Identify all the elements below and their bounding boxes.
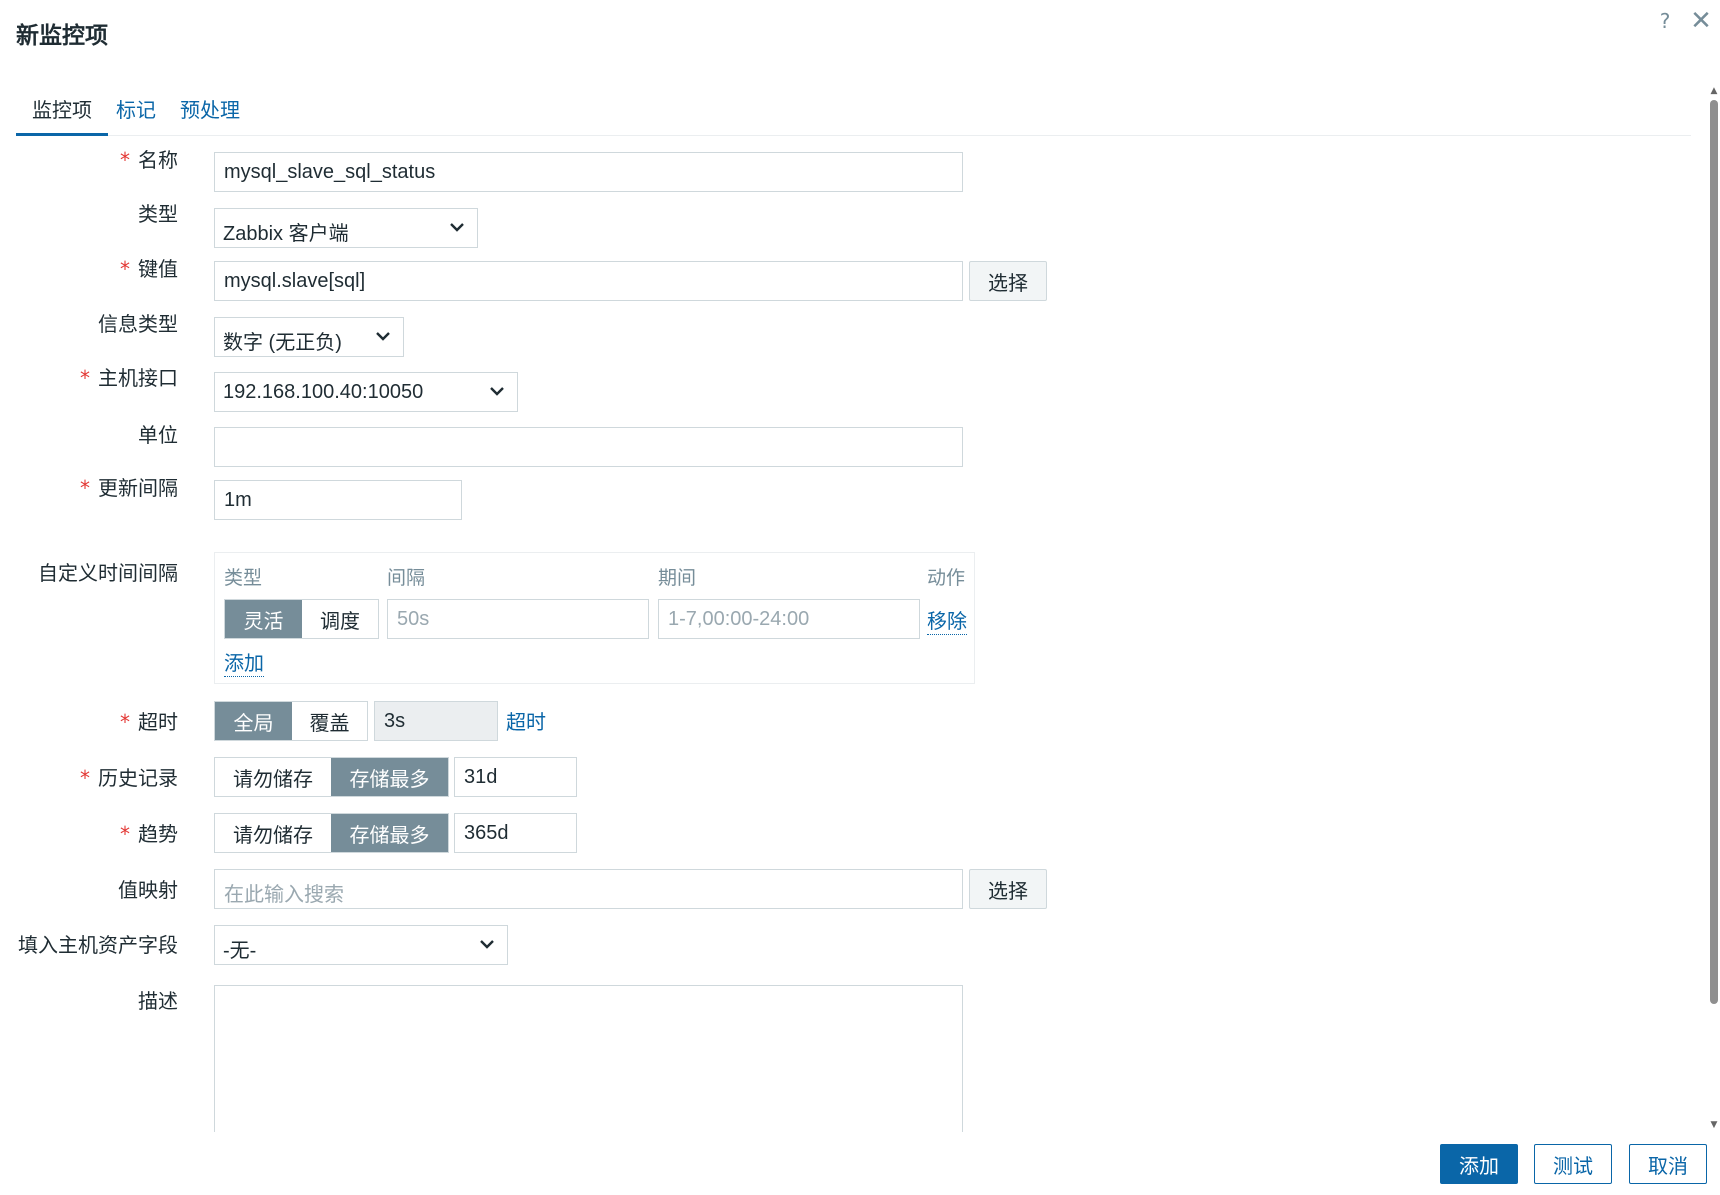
units-input[interactable] [214, 427, 963, 467]
history-store-up-to-option[interactable]: 存储最多 [331, 758, 448, 796]
trends-toggle[interactable]: 请勿储存 存储最多 [214, 813, 449, 853]
period-input[interactable]: 1-7,00:00-24:00 [658, 599, 920, 639]
history-input[interactable]: 31d [454, 757, 577, 797]
history-label: * 历史记录 [80, 766, 178, 790]
required-mark: * [120, 148, 130, 172]
description-textarea[interactable] [214, 985, 963, 1132]
cancel-button[interactable]: 取消 [1629, 1144, 1707, 1184]
host-interface-select-value: 192.168.100.40:10050 [223, 381, 424, 403]
add-interval-link[interactable]: 添加 [224, 647, 264, 677]
value-map-label: 值映射 [118, 878, 178, 902]
scheduling-option[interactable]: 调度 [302, 600, 378, 638]
required-mark: * [120, 822, 130, 846]
key-label: * 键值 [120, 257, 178, 281]
required-mark: * [120, 257, 130, 281]
host-interface-label: * 主机接口 [80, 366, 178, 390]
trends-input[interactable]: 365d [454, 813, 577, 853]
custom-intervals-table: 类型 间隔 期间 动作 灵活 调度 50s 1-7,00:00-24:00 移除… [214, 552, 975, 684]
scrollbar[interactable]: ▲ ▼ [1708, 86, 1720, 1132]
type-select-value: Zabbix 客户端 [223, 223, 349, 245]
interval-input[interactable]: 50s [387, 599, 649, 639]
col-header-interval: 间隔 [387, 567, 426, 589]
info-type-label: 信息类型 [98, 312, 178, 336]
scroll-down-icon[interactable]: ▼ [1708, 1120, 1720, 1132]
tab-item[interactable]: 监控项 [16, 86, 108, 136]
question-icon[interactable]: ? [1650, 6, 1680, 36]
chevron-down-icon [376, 332, 390, 341]
tab-bar: 监控项 标记 预处理 [16, 86, 1691, 136]
col-header-period: 期间 [658, 567, 697, 589]
timeout-input: 3s [374, 701, 498, 741]
tab-preprocessing[interactable]: 预处理 [164, 86, 256, 136]
test-button[interactable]: 测试 [1534, 1144, 1612, 1184]
required-mark: * [80, 476, 90, 500]
col-header-action: 动作 [927, 567, 966, 589]
info-type-select[interactable]: 数字 (无正负) [214, 317, 404, 357]
name-input[interactable]: mysql_slave_sql_status [214, 152, 963, 192]
timeout-global-option[interactable]: 全局 [215, 702, 292, 740]
required-mark: * [80, 766, 90, 790]
col-header-type: 类型 [224, 567, 263, 589]
required-mark: * [80, 366, 90, 390]
history-toggle[interactable]: 请勿储存 存储最多 [214, 757, 449, 797]
item-form: * 名称 mysql_slave_sql_status 类型 Zabbix 客户端… [0, 136, 1700, 1132]
type-label: 类型 [138, 202, 178, 226]
required-mark: * [120, 710, 130, 734]
custom-intervals-label: 自定义时间间隔 [38, 561, 178, 585]
description-label: 描述 [138, 989, 178, 1013]
type-select[interactable]: Zabbix 客户端 [214, 208, 478, 248]
flexible-option[interactable]: 灵活 [225, 600, 302, 638]
close-icon[interactable]: ✕ [1686, 6, 1716, 36]
timeout-override-option[interactable]: 覆盖 [292, 702, 367, 740]
update-interval-label: * 更新间隔 [80, 476, 178, 500]
inventory-label: 填入主机资产字段 [18, 933, 178, 957]
value-map-select-button[interactable]: 选择 [969, 869, 1047, 909]
dialog-title: 新监控项 [16, 23, 108, 49]
add-button[interactable]: 添加 [1440, 1144, 1518, 1184]
trends-no-store-option[interactable]: 请勿储存 [215, 814, 331, 852]
inventory-select[interactable]: -无- [214, 925, 508, 965]
remove-interval-link[interactable]: 移除 [927, 605, 967, 635]
host-interface-select[interactable]: 192.168.100.40:10050 [214, 372, 518, 412]
trends-label: * 趋势 [120, 822, 178, 846]
info-type-select-value: 数字 (无正负) [223, 332, 342, 354]
key-input[interactable]: mysql.slave[sql] [214, 261, 963, 301]
chevron-down-icon [450, 223, 464, 232]
name-label: * 名称 [120, 148, 178, 172]
units-label: 单位 [138, 423, 178, 447]
scroll-thumb[interactable] [1710, 100, 1718, 1004]
scroll-up-icon[interactable]: ▲ [1708, 86, 1720, 98]
key-select-button[interactable]: 选择 [969, 261, 1047, 301]
new-item-dialog: 新监控项 ? ✕ 监控项 标记 预处理 ▲ ▼ * 名称 mysql_slave_… [0, 0, 1720, 1195]
update-interval-input[interactable]: 1m [214, 480, 462, 520]
timeout-toggle[interactable]: 全局 覆盖 [214, 701, 368, 741]
chevron-down-icon [490, 387, 504, 396]
inventory-select-value: -无- [223, 940, 257, 962]
trends-store-up-to-option[interactable]: 存储最多 [331, 814, 448, 852]
tab-tags[interactable]: 标记 [100, 86, 172, 136]
timeout-label: * 超时 [120, 710, 178, 734]
interval-type-toggle[interactable]: 灵活 调度 [224, 599, 379, 639]
value-map-input[interactable]: 在此输入搜索 [214, 869, 963, 909]
dialog-footer: 添加 测试 取消 [0, 1132, 1720, 1195]
timeout-link[interactable]: 超时 [506, 706, 546, 735]
chevron-down-icon [480, 940, 494, 949]
history-no-store-option[interactable]: 请勿储存 [215, 758, 331, 796]
